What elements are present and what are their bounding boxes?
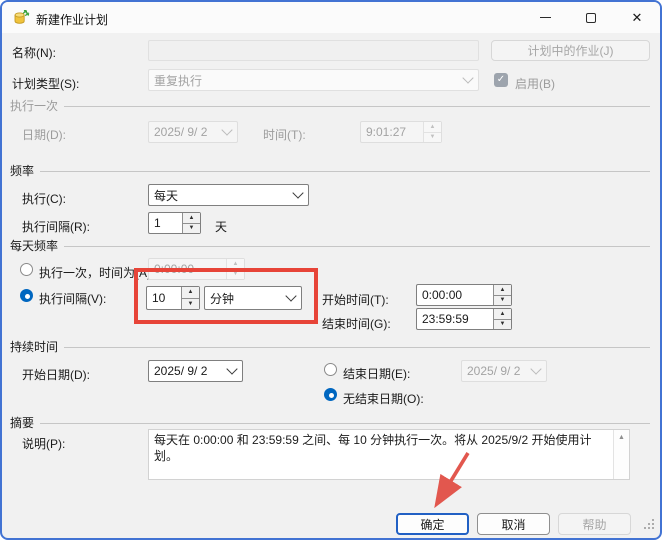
close-button[interactable]: ✕: [614, 2, 660, 33]
name-label: 名称(N):: [12, 44, 56, 61]
spin-up-button[interactable]: ▲: [494, 285, 511, 295]
chevron-down-icon: [458, 70, 478, 90]
recurs-label: 执行间隔(R):: [22, 218, 90, 235]
minimize-button[interactable]: [522, 2, 568, 33]
occurs-select[interactable]: 每天: [148, 184, 309, 206]
minimize-icon: [540, 17, 551, 19]
highlight-box-annotation: [134, 268, 318, 324]
spin-down-button[interactable]: ▼: [494, 295, 511, 306]
spin-up-button[interactable]: ▲: [183, 213, 200, 223]
description-text: 每天在 0:00:00 和 23:59:59 之间、每 10 分钟执行一次。将从…: [149, 430, 613, 479]
group-summary: 摘要: [10, 415, 650, 429]
scrollbar[interactable]: ▲: [613, 430, 629, 479]
close-icon: ✕: [632, 11, 643, 24]
spin-up-button[interactable]: ▲: [494, 309, 511, 319]
radio-occurs-every[interactable]: [20, 289, 33, 302]
ending-at-spinner[interactable]: 23:59:59 ▲ ▼: [416, 308, 512, 330]
chevron-down-icon: [288, 185, 308, 205]
recurs-every-spinner[interactable]: 1 ▲ ▼: [148, 212, 201, 234]
end-date-label: 结束日期(E):: [343, 365, 410, 382]
description-label: 说明(P):: [22, 435, 65, 452]
radio-no-end-date[interactable]: [324, 388, 337, 401]
scroll-up-icon: ▲: [618, 434, 625, 479]
ok-button[interactable]: 确定: [396, 513, 469, 535]
ending-at-label: 结束时间(G):: [322, 315, 391, 332]
schedule-type-select: 重复执行: [148, 69, 479, 91]
time-label: 时间(T):: [263, 126, 306, 143]
chevron-down-icon: [526, 361, 546, 381]
enabled-label: 启用(B): [515, 75, 555, 92]
one-time-date-select: 2025/ 9/ 2: [148, 121, 238, 143]
occurs-every-label: 执行间隔(V):: [39, 290, 106, 307]
window-title: 新建作业计划: [36, 11, 108, 28]
recurs-unit-label: 天: [215, 218, 227, 235]
one-time-time-spinner: 9:01:27 ▲ ▼: [360, 121, 442, 143]
enabled-checkbox: ✓: [494, 73, 508, 87]
spin-down-button[interactable]: ▼: [494, 319, 511, 330]
help-button: 帮助: [558, 513, 631, 535]
radio-end-date[interactable]: [324, 363, 337, 376]
group-frequency: 频率: [10, 163, 650, 177]
chevron-down-icon: [217, 122, 237, 142]
new-job-schedule-dialog: 新建作业计划 ✕ 名称(N): 计划中的作业(J) 计划类型(S): 重复执行 …: [0, 0, 662, 540]
chevron-down-icon: [222, 361, 242, 381]
group-duration: 持续时间: [10, 339, 650, 353]
check-icon: ✓: [497, 74, 505, 85]
spin-down-icon: ▼: [424, 132, 441, 143]
titlebar: 新建作业计划 ✕: [2, 2, 660, 33]
start-date-label: 开始日期(D):: [22, 366, 90, 383]
starting-at-label: 开始时间(T):: [322, 291, 389, 308]
cancel-button[interactable]: 取消: [477, 513, 550, 535]
group-one-time: 执行一次: [10, 98, 650, 112]
schedule-type-label: 计划类型(S):: [12, 75, 79, 92]
starting-at-spinner[interactable]: 0:00:00 ▲ ▼: [416, 284, 512, 306]
job-schedule-icon: [13, 9, 30, 29]
name-input: [148, 40, 479, 61]
resize-grip-icon[interactable]: [644, 519, 655, 533]
end-date-select: 2025/ 9/ 2: [461, 360, 547, 382]
maximize-button[interactable]: [568, 2, 614, 33]
spin-down-button[interactable]: ▼: [183, 223, 200, 234]
maximize-icon: [586, 13, 596, 23]
jobs-in-schedule-button: 计划中的作业(J): [491, 40, 650, 61]
start-date-select[interactable]: 2025/ 9/ 2: [148, 360, 243, 382]
no-end-date-label: 无结束日期(O):: [343, 390, 424, 407]
occurs-label: 执行(C):: [22, 190, 66, 207]
date-label: 日期(D):: [22, 126, 66, 143]
spin-up-icon: ▲: [424, 122, 441, 132]
arrow-annotation: [420, 444, 482, 516]
radio-occurs-once-at[interactable]: [20, 263, 33, 276]
group-daily-frequency: 每天频率: [10, 238, 650, 252]
description-textbox[interactable]: 每天在 0:00:00 和 23:59:59 之间、每 10 分钟执行一次。将从…: [148, 429, 630, 480]
